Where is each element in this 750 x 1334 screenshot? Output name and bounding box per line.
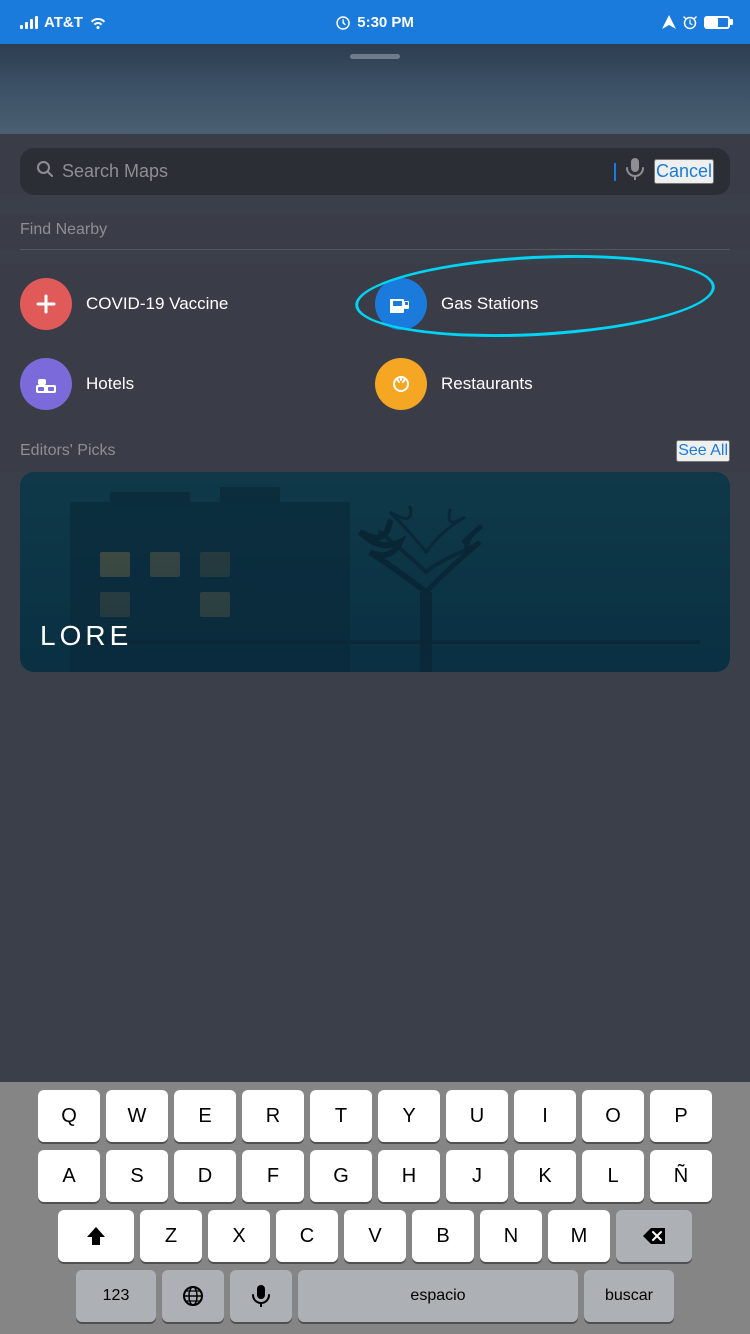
shift-key[interactable] xyxy=(58,1210,134,1262)
key-a[interactable]: A xyxy=(38,1150,100,1202)
keyboard-row-3: Z X C V B N M xyxy=(4,1210,746,1262)
clock-icon xyxy=(336,16,350,30)
nearby-item-restaurant[interactable]: Restaurants xyxy=(375,344,730,424)
key-z[interactable]: Z xyxy=(140,1210,202,1262)
hotels-label: Hotels xyxy=(86,374,134,394)
status-time: 5:30 PM xyxy=(336,14,414,31)
keyboard-row-2: A S D F G H J K L Ñ xyxy=(4,1150,746,1202)
key-t[interactable]: T xyxy=(310,1090,372,1142)
key-d[interactable]: D xyxy=(174,1150,236,1202)
status-left: AT&T xyxy=(20,14,107,31)
globe-key[interactable] xyxy=(162,1270,224,1322)
key-p[interactable]: P xyxy=(650,1090,712,1142)
carrier-label: AT&T xyxy=(44,14,83,31)
key-b[interactable]: B xyxy=(412,1210,474,1262)
search-action-key[interactable]: buscar xyxy=(584,1270,674,1322)
key-h[interactable]: H xyxy=(378,1150,440,1202)
editors-picks-header: Editors' Picks See All xyxy=(0,424,750,472)
battery-icon xyxy=(704,16,730,29)
nearby-item-hotel[interactable]: Hotels xyxy=(20,344,375,424)
status-right-icons xyxy=(662,14,730,30)
key-s[interactable]: S xyxy=(106,1150,168,1202)
key-x[interactable]: X xyxy=(208,1210,270,1262)
editors-picks-label: Editors' Picks xyxy=(20,442,116,460)
key-e[interactable]: E xyxy=(174,1090,236,1142)
wifi-icon xyxy=(89,15,107,29)
covid-label: COVID-19 Vaccine xyxy=(86,294,228,314)
key-i[interactable]: I xyxy=(514,1090,576,1142)
mic-icon[interactable] xyxy=(626,158,644,185)
key-k[interactable]: K xyxy=(514,1150,576,1202)
backspace-key[interactable] xyxy=(616,1210,692,1262)
keyboard-mic-key[interactable] xyxy=(230,1270,292,1322)
search-bar-container[interactable]: Search Maps Cancel xyxy=(20,148,730,195)
key-j[interactable]: J xyxy=(446,1150,508,1202)
status-bar: AT&T 5:30 PM xyxy=(0,0,750,44)
key-f[interactable]: F xyxy=(242,1150,304,1202)
key-q[interactable]: Q xyxy=(38,1090,100,1142)
gas-station-icon xyxy=(375,278,427,330)
map-background xyxy=(0,44,750,134)
find-nearby-section: Find Nearby xyxy=(0,215,750,250)
key-l[interactable]: L xyxy=(582,1150,644,1202)
cancel-button[interactable]: Cancel xyxy=(654,159,714,184)
featured-card[interactable]: LORE xyxy=(20,472,730,672)
key-n[interactable]: N xyxy=(480,1210,542,1262)
search-icon xyxy=(36,160,54,183)
see-all-button[interactable]: See All xyxy=(676,440,730,462)
key-m[interactable]: M xyxy=(548,1210,610,1262)
location-icon xyxy=(662,15,676,29)
hotel-icon xyxy=(20,358,72,410)
featured-title: LORE xyxy=(40,620,132,652)
signal-bars-icon xyxy=(20,15,38,29)
drag-handle[interactable] xyxy=(350,54,400,59)
keyboard: Q W E R T Y U I O P A S D F G H J K L Ñ … xyxy=(0,1082,750,1334)
restaurants-label: Restaurants xyxy=(441,374,533,394)
restaurant-icon xyxy=(375,358,427,410)
gas-stations-label: Gas Stations xyxy=(441,294,538,314)
key-v[interactable]: V xyxy=(344,1210,406,1262)
search-input[interactable]: Search Maps xyxy=(62,161,605,182)
search-panel: Search Maps Cancel xyxy=(0,134,750,195)
nearby-item-covid[interactable]: COVID-19 Vaccine xyxy=(20,264,375,344)
find-nearby-label: Find Nearby xyxy=(20,215,730,249)
key-o[interactable]: O xyxy=(582,1090,644,1142)
key-c[interactable]: C xyxy=(276,1210,338,1262)
key-u[interactable]: U xyxy=(446,1090,508,1142)
numbers-key[interactable]: 123 xyxy=(76,1270,156,1322)
key-y[interactable]: Y xyxy=(378,1090,440,1142)
space-key[interactable]: espacio xyxy=(298,1270,578,1322)
nearby-item-gas[interactable]: Gas Stations xyxy=(375,264,730,344)
key-ntilde[interactable]: Ñ xyxy=(650,1150,712,1202)
divider xyxy=(20,249,730,250)
key-w[interactable]: W xyxy=(106,1090,168,1142)
nearby-grid: COVID-19 Vaccine Gas Stations Hot xyxy=(0,264,750,424)
cursor xyxy=(614,163,616,181)
keyboard-row-1: Q W E R T Y U I O P xyxy=(4,1090,746,1142)
alarm-icon xyxy=(682,14,698,30)
covid-icon xyxy=(20,278,72,330)
keyboard-row-4: 123 espacio buscar xyxy=(4,1270,746,1322)
key-g[interactable]: G xyxy=(310,1150,372,1202)
key-r[interactable]: R xyxy=(242,1090,304,1142)
